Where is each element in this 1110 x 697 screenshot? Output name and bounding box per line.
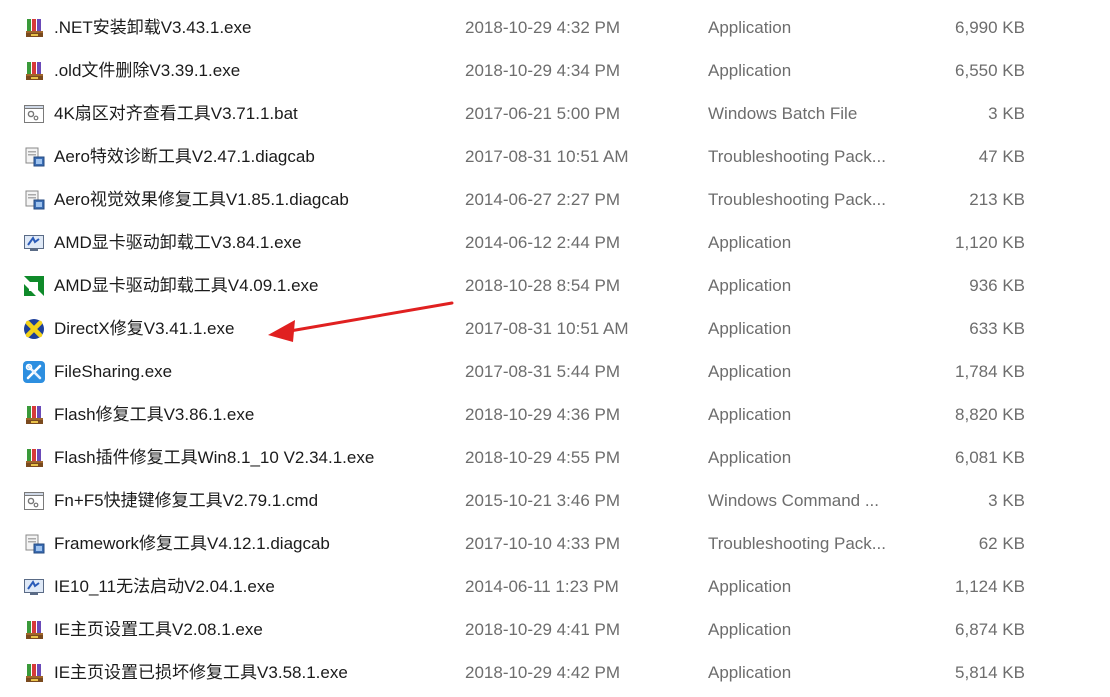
file-name: FileSharing.exe bbox=[54, 362, 173, 381]
file-type: Windows Command ... bbox=[708, 491, 879, 510]
file-type: Application bbox=[708, 18, 792, 37]
file-date-modified: 2014-06-27 2:27 PM bbox=[465, 190, 620, 209]
file-size: 8,820 KB bbox=[955, 405, 1025, 424]
file-size: 936 KB bbox=[969, 276, 1025, 295]
file-type: Application bbox=[708, 319, 792, 338]
file-size: 6,874 KB bbox=[955, 620, 1025, 639]
file-date-modified: 2018-10-29 4:42 PM bbox=[465, 663, 620, 682]
file-row[interactable]: Fn+F5快捷键修复工具V2.79.1.cmd 2015-10-21 3:46 P… bbox=[0, 479, 1110, 522]
file-date-modified: 2017-08-31 10:51 AM bbox=[465, 147, 629, 166]
file-name: .NET安装卸载V3.43.1.exe bbox=[54, 18, 252, 37]
file-name: DirectX修复V3.41.1.exe bbox=[54, 319, 235, 338]
tools-icon bbox=[23, 361, 45, 383]
file-name: AMD显卡驱动卸载工具V4.09.1.exe bbox=[54, 276, 319, 295]
file-row[interactable]: .NET安装卸载V3.43.1.exe 2018-10-29 4:32 PM App… bbox=[0, 6, 1110, 49]
file-date-modified: 2018-10-28 8:54 PM bbox=[465, 276, 620, 295]
installer-icon bbox=[23, 619, 45, 641]
file-date-modified: 2017-06-21 5:00 PM bbox=[465, 104, 620, 123]
installer-icon bbox=[23, 447, 45, 469]
file-type: Application bbox=[708, 362, 792, 381]
diagcab-icon bbox=[23, 189, 45, 211]
file-name: IE10_11无法启动V2.04.1.exe bbox=[54, 577, 275, 596]
file-size: 62 KB bbox=[978, 534, 1025, 553]
diagcab-icon bbox=[23, 146, 45, 168]
file-list: .NET安装卸载V3.43.1.exe 2018-10-29 4:32 PM App… bbox=[0, 6, 1110, 694]
file-row[interactable]: .old文件删除V3.39.1.exe 2018-10-29 4:34 PM App… bbox=[0, 49, 1110, 92]
file-type: Application bbox=[708, 448, 792, 467]
file-size: 3 KB bbox=[988, 491, 1025, 510]
file-date-modified: 2017-08-31 5:44 PM bbox=[465, 362, 620, 381]
file-size: 633 KB bbox=[969, 319, 1025, 338]
file-row[interactable]: 4K扇区对齐查看工具V3.71.1.bat 2017-06-21 5:00 PM W… bbox=[0, 92, 1110, 135]
monitor-icon bbox=[23, 576, 45, 598]
file-type: Application bbox=[708, 405, 792, 424]
amd-logo-icon bbox=[23, 275, 45, 297]
file-date-modified: 2015-10-21 3:46 PM bbox=[465, 491, 620, 510]
file-name: .old文件删除V3.39.1.exe bbox=[54, 61, 241, 80]
file-size: 3 KB bbox=[988, 104, 1025, 123]
file-row[interactable]: IE10_11无法启动V2.04.1.exe 2014-06-11 1:23 PM… bbox=[0, 565, 1110, 608]
file-name: Flash修复工具V3.86.1.exe bbox=[54, 405, 255, 424]
file-date-modified: 2017-08-31 10:51 AM bbox=[465, 319, 629, 338]
file-type: Troubleshooting Pack... bbox=[708, 147, 886, 166]
file-type: Application bbox=[708, 663, 792, 682]
file-name: IE主页设置工具V2.08.1.exe bbox=[54, 620, 263, 639]
file-name: Fn+F5快捷键修复工具V2.79.1.cmd bbox=[54, 491, 319, 510]
file-row[interactable]: IE主页设置已损坏修复工具V3.58.1.exe 2018-10-29 4:42 … bbox=[0, 651, 1110, 694]
batch-file-icon bbox=[23, 490, 45, 512]
file-type: Application bbox=[708, 620, 792, 639]
file-date-modified: 2014-06-11 1:23 PM bbox=[465, 577, 619, 596]
file-name: Aero视觉效果修复工具V1.85.1.diagcab bbox=[54, 190, 349, 209]
file-date-modified: 2018-10-29 4:55 PM bbox=[465, 448, 620, 467]
batch-file-icon bbox=[23, 103, 45, 125]
file-name: Aero特效诊断工具V2.47.1.diagcab bbox=[54, 147, 315, 166]
installer-icon bbox=[23, 662, 45, 684]
file-type: Windows Batch File bbox=[708, 104, 858, 123]
file-date-modified: 2018-10-29 4:41 PM bbox=[465, 620, 620, 639]
installer-icon bbox=[23, 17, 45, 39]
file-date-modified: 2014-06-12 2:44 PM bbox=[465, 233, 620, 252]
file-name: Framework修复工具V4.12.1.diagcab bbox=[54, 534, 330, 553]
file-row[interactable]: Flash插件修复工具Win8.1_10 V2.34.1.exe 2018-10-… bbox=[0, 436, 1110, 479]
installer-icon bbox=[23, 60, 45, 82]
file-name: Flash插件修复工具Win8.1_10 V2.34.1.exe bbox=[54, 448, 375, 467]
file-size: 213 KB bbox=[969, 190, 1025, 209]
installer-icon bbox=[23, 404, 45, 426]
file-name: AMD显卡驱动卸载工V3.84.1.exe bbox=[54, 233, 302, 252]
file-row[interactable]: FileSharing.exe 2017-08-31 5:44 PM Applica… bbox=[0, 350, 1110, 393]
file-name: IE主页设置已损坏修复工具V3.58.1.exe bbox=[54, 663, 348, 682]
file-type: Application bbox=[708, 61, 792, 80]
file-size: 6,990 KB bbox=[955, 18, 1025, 37]
file-row[interactable]: Framework修复工具V4.12.1.diagcab 2017-10-10 4… bbox=[0, 522, 1110, 565]
directx-icon bbox=[23, 318, 45, 340]
file-type: Application bbox=[708, 577, 792, 596]
file-row[interactable]: AMD显卡驱动卸载工具V4.09.1.exe 2018-10-28 8:54 PM… bbox=[0, 264, 1110, 307]
file-size: 1,120 KB bbox=[955, 233, 1025, 252]
file-type: Troubleshooting Pack... bbox=[708, 190, 886, 209]
file-size: 6,081 KB bbox=[955, 448, 1025, 467]
file-size: 1,784 KB bbox=[955, 362, 1025, 381]
file-date-modified: 2018-10-29 4:36 PM bbox=[465, 405, 620, 424]
diagcab-icon bbox=[23, 533, 45, 555]
file-size: 47 KB bbox=[978, 147, 1025, 166]
file-row[interactable]: AMD显卡驱动卸载工V3.84.1.exe 2014-06-12 2:44 PM A… bbox=[0, 221, 1110, 264]
monitor-icon bbox=[23, 232, 45, 254]
file-row[interactable]: DirectX修复V3.41.1.exe 2017-08-31 10:51 AM A… bbox=[0, 307, 1110, 350]
file-date-modified: 2018-10-29 4:32 PM bbox=[465, 18, 620, 37]
file-type: Application bbox=[708, 276, 792, 295]
file-row[interactable]: IE主页设置工具V2.08.1.exe 2018-10-29 4:41 PM App… bbox=[0, 608, 1110, 651]
file-type: Application bbox=[708, 233, 792, 252]
file-size: 5,814 KB bbox=[955, 663, 1025, 682]
file-date-modified: 2017-10-10 4:33 PM bbox=[465, 534, 620, 553]
file-row[interactable]: Aero特效诊断工具V2.47.1.diagcab 2017-08-31 10:5… bbox=[0, 135, 1110, 178]
file-name: 4K扇区对齐查看工具V3.71.1.bat bbox=[54, 104, 298, 123]
file-size: 6,550 KB bbox=[955, 61, 1025, 80]
file-row[interactable]: Flash修复工具V3.86.1.exe 2018-10-29 4:36 PM Ap… bbox=[0, 393, 1110, 436]
file-type: Troubleshooting Pack... bbox=[708, 534, 886, 553]
file-row[interactable]: Aero视觉效果修复工具V1.85.1.diagcab 2014-06-27 2:… bbox=[0, 178, 1110, 221]
file-date-modified: 2018-10-29 4:34 PM bbox=[465, 61, 620, 80]
file-size: 1,124 KB bbox=[955, 577, 1025, 596]
